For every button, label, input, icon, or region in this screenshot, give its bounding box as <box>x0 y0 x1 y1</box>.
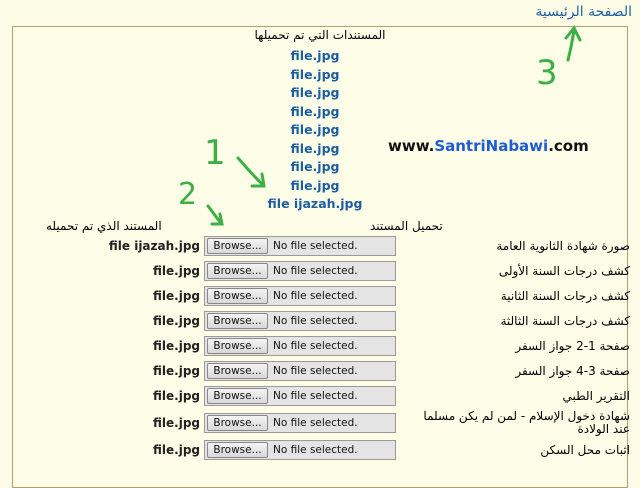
document-label: كشف درجات السنة الثالثة <box>500 314 630 328</box>
home-link[interactable]: الصفحة الرئيسية <box>535 4 632 20</box>
browse-button[interactable]: Browse... <box>207 363 268 379</box>
no-file-text: No file selected. <box>273 390 358 402</box>
document-label: كشف درجات السنة الأولى <box>498 264 630 278</box>
file-input[interactable]: Browse... No file selected. <box>204 236 396 256</box>
stored-file-name[interactable]: file.jpg <box>153 264 200 278</box>
uploaded-file-list: file.jpg file.jpg file.jpg file.jpg file.jpg… <box>0 47 640 214</box>
watermark-prefix: www. <box>388 137 435 155</box>
upload-row: file.jpg Browse... No file selected. صفحة 1… <box>0 336 640 358</box>
document-label: صورة شهادة الثانوية العامة <box>496 239 630 253</box>
uploaded-file-link[interactable]: file ijazah.jpg <box>0 195 640 214</box>
uploaded-file-link[interactable]: file.jpg <box>0 158 640 177</box>
upload-row: file.jpg Browse... No file selected. صفحة 3… <box>0 361 640 383</box>
file-input[interactable]: Browse... No file selected. <box>204 336 396 356</box>
stored-file-name[interactable]: file.jpg <box>153 416 200 430</box>
stored-file-name[interactable]: file.jpg <box>153 289 200 303</box>
upload-row: file.jpg Browse... No file selected. اثبات … <box>0 440 640 462</box>
document-label: التقرير الطبي <box>562 389 630 403</box>
document-label: كشف درجات السنة الثانية <box>500 289 630 303</box>
column-header-upload: تحميل المستند <box>370 219 443 233</box>
no-file-text: No file selected. <box>273 290 358 302</box>
upload-row: file.jpg Browse... No file selected. التقري… <box>0 386 640 408</box>
uploaded-file-link[interactable]: file.jpg <box>0 84 640 103</box>
upload-row: file ijazah.jpg Browse... No file selected… <box>0 236 640 258</box>
upload-row: file.jpg Browse... No file selected. كشف در… <box>0 286 640 308</box>
browse-button[interactable]: Browse... <box>207 415 268 431</box>
document-label: صفحة 3-4 جواز السفر <box>515 364 630 378</box>
no-file-text: No file selected. <box>273 417 358 429</box>
no-file-text: No file selected. <box>273 265 358 277</box>
browse-button[interactable]: Browse... <box>207 238 268 254</box>
no-file-text: No file selected. <box>273 315 358 327</box>
browse-button[interactable]: Browse... <box>207 442 268 458</box>
stored-file-name[interactable]: file.jpg <box>153 443 200 457</box>
uploaded-file-link[interactable]: file.jpg <box>0 47 640 66</box>
watermark-suffix: .com <box>548 137 589 155</box>
document-label: صفحة 1-2 جواز السفر <box>515 339 630 353</box>
file-input[interactable]: Browse... No file selected. <box>204 311 396 331</box>
upload-row: file.jpg Browse... No file selected. شهادة … <box>0 409 640 436</box>
watermark-brand-b: Nabawi <box>485 137 549 155</box>
browse-button[interactable]: Browse... <box>207 263 268 279</box>
watermark-brand-a: Santri <box>434 137 486 155</box>
file-input[interactable]: Browse... No file selected. <box>204 261 396 281</box>
uploaded-file-link[interactable]: file.jpg <box>0 177 640 196</box>
document-label: اثبات محل السكن <box>540 443 630 457</box>
stored-file-name[interactable]: file.jpg <box>153 314 200 328</box>
column-header-stored: المستند الذي تم تحميله <box>46 219 162 233</box>
no-file-text: No file selected. <box>273 444 358 456</box>
upload-row: file.jpg Browse... No file selected. كشف در… <box>0 311 640 333</box>
stored-file-name[interactable]: file ijazah.jpg <box>109 239 200 253</box>
file-input[interactable]: Browse... No file selected. <box>204 361 396 381</box>
uploaded-documents-title: المستندات التي تم تحميلها <box>254 28 386 42</box>
file-input[interactable]: Browse... No file selected. <box>204 386 396 406</box>
site-watermark: www.SantriNabawi.com <box>388 137 589 155</box>
file-input[interactable]: Browse... No file selected. <box>204 286 396 306</box>
browse-button[interactable]: Browse... <box>207 288 268 304</box>
no-file-text: No file selected. <box>273 365 358 377</box>
browse-button[interactable]: Browse... <box>207 338 268 354</box>
document-label: شهادة دخول الإسلام - لمن لم يكن مسلما عن… <box>423 409 630 436</box>
no-file-text: No file selected. <box>273 340 358 352</box>
uploaded-file-link[interactable]: file.jpg <box>0 66 640 85</box>
stored-file-name[interactable]: file.jpg <box>153 339 200 353</box>
file-input[interactable]: Browse... No file selected. <box>204 440 396 460</box>
file-input[interactable]: Browse... No file selected. <box>204 413 396 433</box>
browse-button[interactable]: Browse... <box>207 388 268 404</box>
upload-row: file.jpg Browse... No file selected. كشف در… <box>0 261 640 283</box>
no-file-text: No file selected. <box>273 240 358 252</box>
browse-button[interactable]: Browse... <box>207 313 268 329</box>
uploaded-file-link[interactable]: file.jpg <box>0 103 640 122</box>
stored-file-name[interactable]: file.jpg <box>153 389 200 403</box>
stored-file-name[interactable]: file.jpg <box>153 364 200 378</box>
